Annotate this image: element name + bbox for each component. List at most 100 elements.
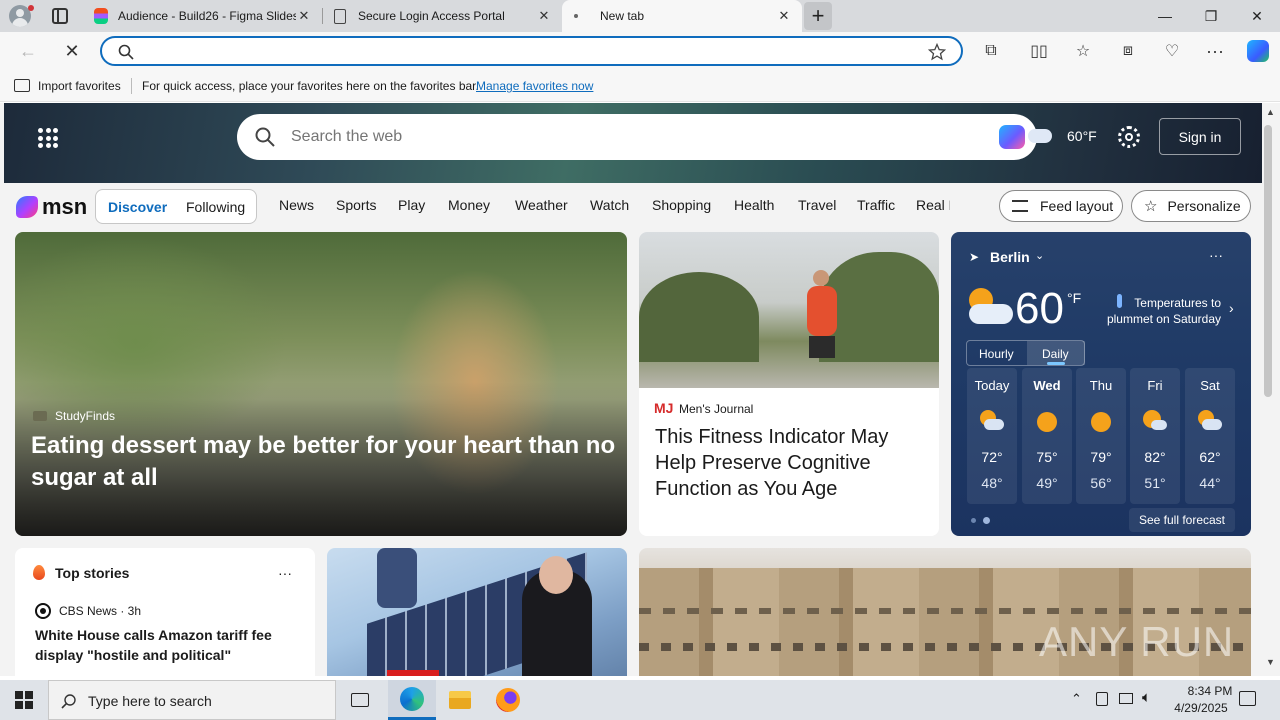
chevron-down-icon[interactable]: ⌄ xyxy=(1035,249,1044,262)
nav-sports[interactable]: Sports xyxy=(336,197,376,213)
settings-gear-icon[interactable] xyxy=(1118,126,1140,148)
low-temp: 51° xyxy=(1144,475,1166,491)
volume-icon[interactable]: 🔈︎ xyxy=(1142,689,1151,706)
weather-city[interactable]: Berlin xyxy=(990,249,1030,265)
carousel-dot-active[interactable] xyxy=(983,517,990,524)
show-hidden-icons[interactable]: ⌃ xyxy=(1071,691,1082,707)
forecast-day[interactable]: Sat 62° 44° xyxy=(1185,368,1235,504)
scroll-up-arrow[interactable]: ▲ xyxy=(1266,107,1275,117)
notifications-icon[interactable] xyxy=(1239,691,1256,706)
msn-logo[interactable]: msn xyxy=(16,194,87,220)
favorites-icon[interactable]: ☆ xyxy=(1068,36,1098,66)
weather-alert[interactable]: Temperatures to plummet on Saturday xyxy=(1101,295,1221,327)
close-tab-icon[interactable]: ✕ xyxy=(296,8,312,24)
minimize-button[interactable]: — xyxy=(1142,0,1188,32)
forecast-day[interactable]: Thu 79° 56° xyxy=(1076,368,1126,504)
nav-watch[interactable]: Watch xyxy=(590,197,629,213)
carousel-dot[interactable] xyxy=(971,518,976,523)
clock-time[interactable]: 8:34 PM xyxy=(1172,684,1248,698)
tab-discover[interactable]: Discover xyxy=(108,199,167,215)
address-input[interactable] xyxy=(142,42,922,60)
web-search-input[interactable] xyxy=(291,127,971,147)
more-menu-icon[interactable]: ··· xyxy=(1200,36,1230,66)
nav-travel[interactable]: Travel xyxy=(798,197,836,213)
manage-favorites-link[interactable]: Manage favorites now xyxy=(476,79,593,93)
taskbar-search-box[interactable]: Type here to search xyxy=(48,680,336,720)
forecast-day[interactable]: Fri 82° 51° xyxy=(1130,368,1180,504)
tab-figma[interactable]: Audience - Build26 - Figma Slides ✕ xyxy=(84,0,322,32)
address-bar[interactable] xyxy=(100,36,963,66)
partly-cloudy-icon xyxy=(965,284,1015,328)
tab-secure-login[interactable]: Secure Login Access Portal ✕ xyxy=(324,0,562,32)
close-window-button[interactable]: ✕ xyxy=(1234,0,1280,32)
import-icon[interactable] xyxy=(14,79,30,92)
high-temp: 62° xyxy=(1199,449,1221,465)
story-headline[interactable]: White House calls Amazon tariff fee disp… xyxy=(35,625,303,665)
nav-play[interactable]: Play xyxy=(398,197,425,213)
city-story-card[interactable]: ANY RUN xyxy=(639,548,1251,676)
more-options-icon[interactable]: ··· xyxy=(278,565,292,581)
high-temp: 79° xyxy=(1090,449,1112,465)
task-view-button[interactable] xyxy=(340,680,380,720)
tab-hourly[interactable]: Hourly xyxy=(979,347,1014,361)
start-button[interactable] xyxy=(0,680,48,720)
partly-sunny-icon xyxy=(1143,410,1167,432)
apps-grid-icon[interactable] xyxy=(38,128,58,148)
tab-new-tab[interactable]: New tab ✕ xyxy=(562,0,802,32)
page-scrollbar[interactable]: ▲ ▼ xyxy=(1262,103,1280,676)
clock-date[interactable]: 4/29/2025 xyxy=(1163,701,1239,715)
copilot-icon[interactable] xyxy=(1243,36,1273,66)
tab-following[interactable]: Following xyxy=(186,199,245,215)
favorite-star-icon[interactable] xyxy=(928,43,946,61)
file-explorer-button[interactable] xyxy=(436,680,484,720)
edge-taskbar-button[interactable] xyxy=(388,680,436,720)
network-icon[interactable] xyxy=(1119,693,1133,704)
msn-nav-row: msn Discover Following News Sports Play … xyxy=(0,183,1262,231)
nav-traffic[interactable]: Traffic xyxy=(857,197,895,213)
close-tab-icon[interactable]: ✕ xyxy=(536,8,552,24)
see-full-forecast-button[interactable]: See full forecast xyxy=(1129,508,1235,532)
feed-layout-button[interactable]: Feed layout xyxy=(999,190,1123,222)
nav-money[interactable]: Money xyxy=(448,197,490,213)
weather-card[interactable]: ➤ Berlin ⌄ ··· 60 °F Temperatures to plu… xyxy=(951,232,1251,536)
more-options-icon[interactable]: ··· xyxy=(1209,247,1223,263)
stop-loading-button[interactable]: ✕ xyxy=(57,36,87,66)
scroll-down-arrow[interactable]: ▼ xyxy=(1266,657,1275,667)
nav-health[interactable]: Health xyxy=(734,197,774,213)
solar-story-card[interactable] xyxy=(327,548,627,676)
tab-daily[interactable]: Daily xyxy=(1042,347,1069,361)
sign-in-button[interactable]: Sign in xyxy=(1159,118,1241,155)
split-screen-icon[interactable]: ▯▯ xyxy=(1024,36,1054,66)
story-headline[interactable]: Eating dessert may be better for your he… xyxy=(31,430,621,494)
new-tab-button[interactable]: + xyxy=(804,2,832,30)
collections-icon[interactable]: ⧈ xyxy=(1113,36,1143,66)
search-icon xyxy=(118,44,134,60)
nav-shopping[interactable]: Shopping xyxy=(652,197,711,213)
forecast-day[interactable]: Today 72° 48° xyxy=(967,368,1017,504)
nav-real-estate[interactable]: Real E xyxy=(916,197,950,213)
import-favorites-button[interactable]: Import favorites xyxy=(38,79,121,93)
web-search-box[interactable] xyxy=(237,114,1037,160)
header-temperature[interactable]: 60°F xyxy=(1067,128,1097,144)
chevron-right-icon[interactable]: › xyxy=(1229,300,1234,316)
favorites-bar: Import favorites For quick access, place… xyxy=(0,70,1280,102)
nav-news[interactable]: News xyxy=(279,197,314,213)
close-tab-icon[interactable]: ✕ xyxy=(776,8,792,24)
device-icon[interactable] xyxy=(1096,692,1108,706)
story-headline[interactable]: This Fitness Indicator May Help Preserve… xyxy=(655,424,925,502)
copilot-search-icon[interactable] xyxy=(999,125,1025,149)
nav-weather[interactable]: Weather xyxy=(515,197,568,213)
restore-button[interactable]: ❐ xyxy=(1188,0,1234,32)
personalize-button[interactable]: ☆ Personalize xyxy=(1131,190,1251,222)
back-button[interactable]: ← xyxy=(13,36,43,66)
top-stories-title[interactable]: Top stories xyxy=(55,565,129,581)
extensions-icon[interactable]: ⧉ xyxy=(976,36,1006,66)
tab-actions-icon[interactable] xyxy=(52,8,68,24)
fitness-story-card[interactable]: MJ Men's Journal This Fitness Indicator … xyxy=(639,232,939,536)
main-story-card[interactable]: StudyFinds Eating dessert may be better … xyxy=(15,232,627,536)
temperature-unit[interactable]: °F xyxy=(1067,290,1081,306)
performance-icon[interactable]: ♡ xyxy=(1157,36,1187,66)
forecast-day[interactable]: Wed 75° 49° xyxy=(1022,368,1072,504)
scroll-thumb[interactable] xyxy=(1264,125,1272,397)
firefox-button[interactable] xyxy=(484,680,532,720)
